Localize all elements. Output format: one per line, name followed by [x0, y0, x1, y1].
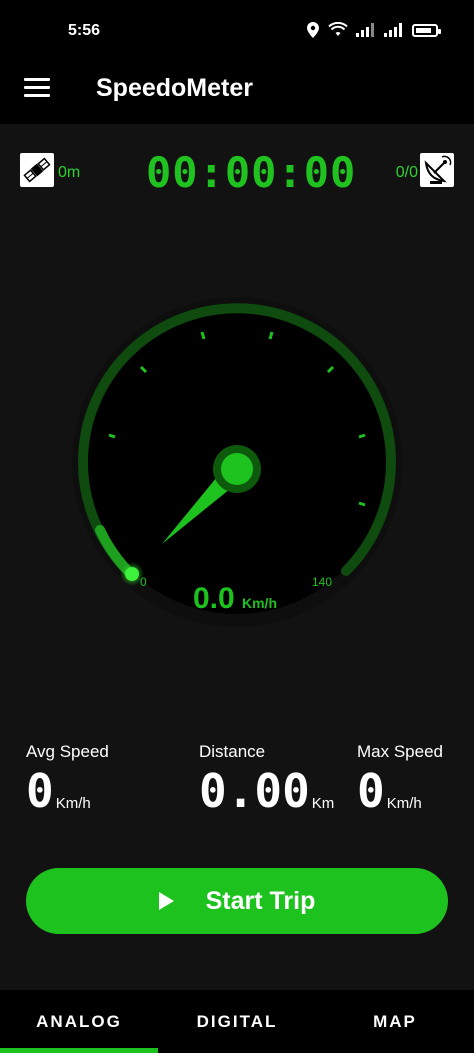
distance-stat: Distance 0.00 Km: [199, 742, 334, 814]
satellite-dish-icon: [420, 153, 454, 187]
info-row: 0m 00:00:00 0/0: [0, 140, 474, 200]
status-bar: 5:56: [0, 0, 474, 60]
tab-active-indicator: [0, 1048, 158, 1053]
max-speed-unit: Km/h: [386, 795, 422, 812]
gauge-min-label: 0: [140, 575, 147, 589]
altitude-value: 0m: [58, 164, 81, 181]
status-time: 5:56: [68, 22, 101, 39]
satellites-count: 0/0: [395, 164, 418, 181]
wifi-icon: [328, 22, 348, 36]
gauge-hub: [221, 453, 253, 485]
battery-icon: [412, 23, 441, 37]
tab-analog-label: ANALOG: [36, 1011, 122, 1031]
trip-stats: Avg Speed 0 Km/h Distance 0.00 Km Max Sp…: [0, 742, 474, 832]
trip-timer: 00:00:00: [146, 148, 357, 197]
app-title: SpeedoMeter: [96, 74, 253, 102]
avg-speed-stat: Avg Speed 0 Km/h: [26, 742, 109, 814]
start-trip-button[interactable]: Start Trip: [26, 868, 448, 934]
distance-label: Distance: [199, 742, 266, 761]
status-icons: [306, 22, 441, 38]
signal-icon: [384, 23, 402, 37]
avg-speed-label: Avg Speed: [26, 742, 109, 761]
speedometer-gauge: 0 140 0.0 Km/h: [0, 290, 474, 650]
max-speed-stat: Max Speed 0 Km/h: [357, 742, 443, 814]
gauge-zero-dot: [125, 567, 139, 581]
gauge-max-label: 140: [312, 575, 332, 589]
max-speed-value: 0: [357, 764, 385, 818]
avg-speed-unit: Km/h: [55, 795, 91, 812]
tab-analog[interactable]: ANALOG: [0, 990, 158, 1053]
location-icon: [307, 22, 319, 38]
app-bar: SpeedoMeter: [0, 60, 474, 124]
signal-icon: [356, 23, 374, 37]
distance-value: 0.00: [199, 764, 310, 818]
speed-value: 0.0: [193, 582, 235, 615]
tab-digital[interactable]: DIGITAL: [158, 990, 316, 1053]
distance-unit: Km: [311, 795, 335, 812]
start-trip-label: Start Trip: [205, 886, 316, 915]
tab-digital-label: DIGITAL: [196, 1011, 278, 1031]
speed-unit: Km/h: [242, 595, 277, 611]
hamburger-menu-icon[interactable]: [24, 78, 50, 98]
tab-map[interactable]: MAP: [316, 990, 474, 1053]
play-icon: [158, 892, 174, 910]
tab-map-label: MAP: [373, 1011, 417, 1031]
bottom-tab-bar: ANALOG DIGITAL MAP: [0, 990, 474, 1053]
satellite-icon: [20, 153, 54, 187]
avg-speed-value: 0: [26, 764, 54, 818]
gauge-svg: 0 140 0.0 Km/h: [72, 297, 402, 627]
max-speed-label: Max Speed: [357, 742, 443, 761]
